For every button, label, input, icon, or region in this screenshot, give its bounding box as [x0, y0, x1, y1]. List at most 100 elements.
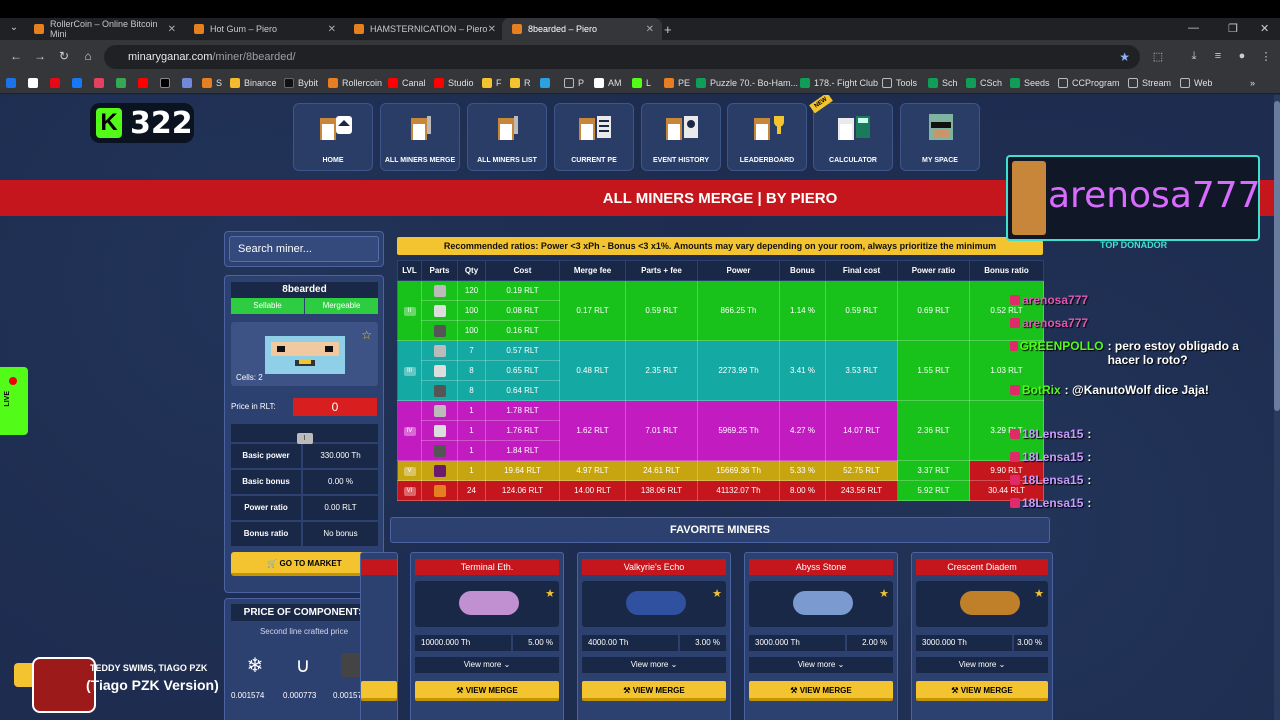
forward-icon[interactable]: → [32, 49, 48, 63]
chat-badge-icon [1010, 341, 1018, 351]
favorite-star-icon[interactable]: ★ [712, 587, 722, 600]
bookmark-label: Studio [448, 78, 474, 88]
reload-icon[interactable]: ↻ [56, 49, 72, 63]
favorite-miner-image [749, 581, 893, 627]
favorite-star-icon[interactable]: ★ [879, 587, 889, 600]
nav-event-history[interactable]: EVENT HISTORY [641, 103, 721, 171]
search-input[interactable] [229, 236, 379, 262]
maximize-icon[interactable]: ❐ [1228, 22, 1238, 35]
bookmarks-overflow-icon[interactable]: » [1250, 76, 1255, 90]
window-close-icon[interactable]: ✕ [1260, 22, 1269, 35]
view-merge-button[interactable]: ⚒ VIEW MERGE [415, 681, 559, 701]
merge-fee-cell: 0.48 RLT [559, 340, 626, 401]
browser-tab-active[interactable]: 8bearded – Piero ✕ [502, 18, 662, 40]
extensions-icon[interactable]: ⬚ [1152, 50, 1164, 63]
view-more-button[interactable]: View more ⌄ [916, 657, 1048, 673]
level-chip: VI [403, 487, 416, 496]
bookmark-canal[interactable]: Canal [388, 76, 426, 90]
nav-all-miners-merge[interactable]: ALL MINERS MERGE [380, 103, 460, 171]
view-merge-button[interactable] [361, 681, 397, 701]
calculator-icon [838, 116, 870, 140]
bookmark-icon-item[interactable] [138, 76, 152, 90]
scrollbar-thumb[interactable] [1274, 101, 1280, 411]
top-letterbox [0, 0, 1280, 18]
favorite-star-icon[interactable]: ★ [1034, 587, 1044, 600]
bookmark-telegram[interactable] [540, 76, 554, 90]
menu-icon[interactable]: ⋮ [1260, 50, 1272, 63]
nav-calculator[interactable]: NEW CALCULATOR [809, 95, 893, 171]
go-to-market-button[interactable]: 🛒 GO TO MARKET [231, 552, 378, 576]
bookmark-icon-item[interactable] [6, 76, 20, 90]
bookmark-rollercoin[interactable]: Rollercoin [328, 76, 382, 90]
cost-cell: 1.76 RLT [485, 420, 560, 441]
favorite-star-icon[interactable]: ★ [545, 587, 555, 600]
bookmark-star-icon[interactable]: ★ [1119, 50, 1130, 64]
nav-current-pe[interactable]: CURRENT PE [554, 103, 634, 171]
bookmark-icon-item[interactable] [182, 76, 196, 90]
close-icon[interactable]: ✕ [328, 24, 336, 35]
bookmark-pe[interactable]: PE [664, 76, 690, 90]
new-tab-icon[interactable]: + [664, 22, 672, 37]
browser-tab[interactable]: RollerCoin – Online Bitcoin Mini ✕ [24, 18, 184, 40]
close-icon[interactable]: ✕ [646, 24, 654, 35]
view-merge-button[interactable]: ⚒ VIEW MERGE [916, 681, 1048, 701]
nav-all-miners-list[interactable]: ALL MINERS LIST [467, 103, 547, 171]
youtube-studio-icon [434, 78, 444, 88]
bookmark-sch[interactable]: Sch [928, 76, 958, 90]
bookmark-web[interactable]: Web [1180, 76, 1212, 90]
bookmark-csch[interactable]: CSch [966, 76, 1002, 90]
view-merge-button[interactable]: ⚒ VIEW MERGE [749, 681, 893, 701]
bookmark-icon-item[interactable] [72, 76, 86, 90]
favorite-star-icon[interactable]: ☆ [361, 328, 372, 342]
tab-search-icon[interactable]: ⌄ [6, 22, 22, 36]
page-scrollbar[interactable] [1274, 95, 1280, 720]
bookmark-seeds[interactable]: Seeds [1010, 76, 1050, 90]
qty-cell: 24 [457, 480, 486, 501]
bookmark-s[interactable]: S [202, 76, 222, 90]
browser-tab[interactable]: HAMSTERNICATION – Piero ✕ [344, 18, 504, 40]
part-wire-icon [433, 364, 446, 377]
level-chip[interactable]: I [296, 433, 313, 444]
bookmark-f[interactable]: F [482, 76, 502, 90]
profile-icon[interactable]: ● [1236, 50, 1248, 62]
browser-tab[interactable]: Hot Gum – Piero ✕ [184, 18, 344, 40]
bookmark-icon-item[interactable] [50, 76, 64, 90]
song-title: (Tiago PZK Version) [86, 677, 219, 693]
home-icon[interactable]: ⌂ [80, 49, 96, 63]
bookmark-label: PE [678, 78, 691, 88]
bookmark-icon-item[interactable] [160, 76, 174, 90]
bookmark-label: Puzzle 70.- Bo-Ham... [710, 78, 799, 88]
bookmark-ccprogram[interactable]: CCProgram [1058, 76, 1120, 90]
minimize-icon[interactable]: — [1188, 22, 1199, 34]
bookmark-studio[interactable]: Studio [434, 76, 474, 90]
close-icon[interactable]: ✕ [488, 24, 496, 35]
address-bar[interactable]: minaryganar.com/miner/8bearded/ ★ [104, 45, 1140, 69]
bookmark-tools[interactable]: Tools [882, 76, 917, 90]
bookmark-fight-club[interactable]: 178.- Fight Club [800, 76, 878, 90]
bookmark-puzzle[interactable]: Puzzle 70.- Bo-Ham... [696, 76, 798, 90]
view-more-button[interactable]: View more ⌄ [749, 657, 893, 673]
level-selector[interactable]: I [231, 424, 378, 444]
view-more-button[interactable]: View more ⌄ [415, 657, 559, 673]
back-icon[interactable]: ← [8, 49, 24, 63]
media-icon[interactable]: ≡ [1212, 50, 1224, 62]
bookmark-bybit[interactable]: Bybit [284, 76, 318, 90]
view-merge-button[interactable]: ⚒ VIEW MERGE [582, 681, 726, 701]
close-icon[interactable]: ✕ [168, 24, 176, 35]
bookmark-l[interactable]: L [632, 76, 651, 90]
bookmark-binance[interactable]: Binance [230, 76, 277, 90]
price-input[interactable]: 0 [293, 398, 377, 416]
bookmark-stream[interactable]: Stream [1128, 76, 1171, 90]
folder-icon [1180, 78, 1190, 88]
nav-my-space[interactable]: MY SPACE [900, 103, 980, 171]
bookmark-r[interactable]: R [510, 76, 531, 90]
bookmark-icon-item[interactable] [94, 76, 108, 90]
nav-leaderboard[interactable]: LEADERBOARD [727, 103, 807, 171]
bookmark-icon-item[interactable] [116, 76, 130, 90]
nav-home[interactable]: HOME [293, 103, 373, 171]
view-more-button[interactable]: View more ⌄ [582, 657, 726, 673]
download-icon[interactable]: ⤓ [1188, 50, 1200, 62]
bookmark-p[interactable]: P [564, 76, 584, 90]
bookmark-icon-item[interactable] [28, 76, 42, 90]
bookmark-am[interactable]: AM [594, 76, 622, 90]
